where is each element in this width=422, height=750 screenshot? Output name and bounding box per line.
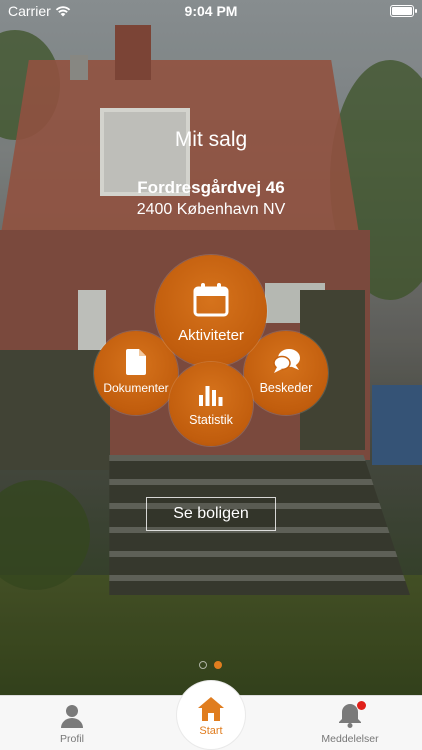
page-indicator[interactable] [199,661,229,671]
person-icon [61,704,83,731]
battery-icon [390,5,417,17]
status-bar: Carrier 9:04 PM [0,0,422,22]
home-icon [198,697,224,724]
tab-bar: Profil Start Meddelelser [0,681,422,750]
see-property-button[interactable]: Se boligen [146,497,276,531]
tab-meddelelser[interactable]: Meddelelser [305,696,395,750]
dokumenter-label: Dokumenter [103,381,169,395]
page-dot-2-active[interactable] [214,661,222,669]
calendar-icon [193,283,229,322]
screen: Carrier 9:04 PM Mit salg Fordresgårdvej … [0,0,422,750]
chat-bubbles-icon [273,348,301,379]
clock: 9:04 PM [184,3,238,19]
document-icon [126,349,146,380]
tab-profil-label: Profil [60,733,84,745]
aktiviteter-label: Aktiviteter [178,327,244,344]
tab-start[interactable]: Start [177,681,245,749]
page-dot-1[interactable] [199,661,207,669]
aktiviteter-button[interactable]: Aktiviteter [155,255,267,367]
statistik-label: Statistik [189,413,233,427]
property-city: 2400 København NV [136,201,286,218]
notification-badge [357,701,366,710]
tab-meddelelser-label: Meddelelser [321,733,379,745]
tab-start-label: Start [199,725,223,737]
bar-chart-icon [199,380,223,411]
page-title: Mit salg [174,128,248,151]
property-street: Fordresgårdvej 46 [137,178,285,197]
beskeder-label: Beskeder [259,381,313,395]
statistik-button[interactable]: Statistik [169,362,253,446]
tab-profil[interactable]: Profil [32,696,112,750]
